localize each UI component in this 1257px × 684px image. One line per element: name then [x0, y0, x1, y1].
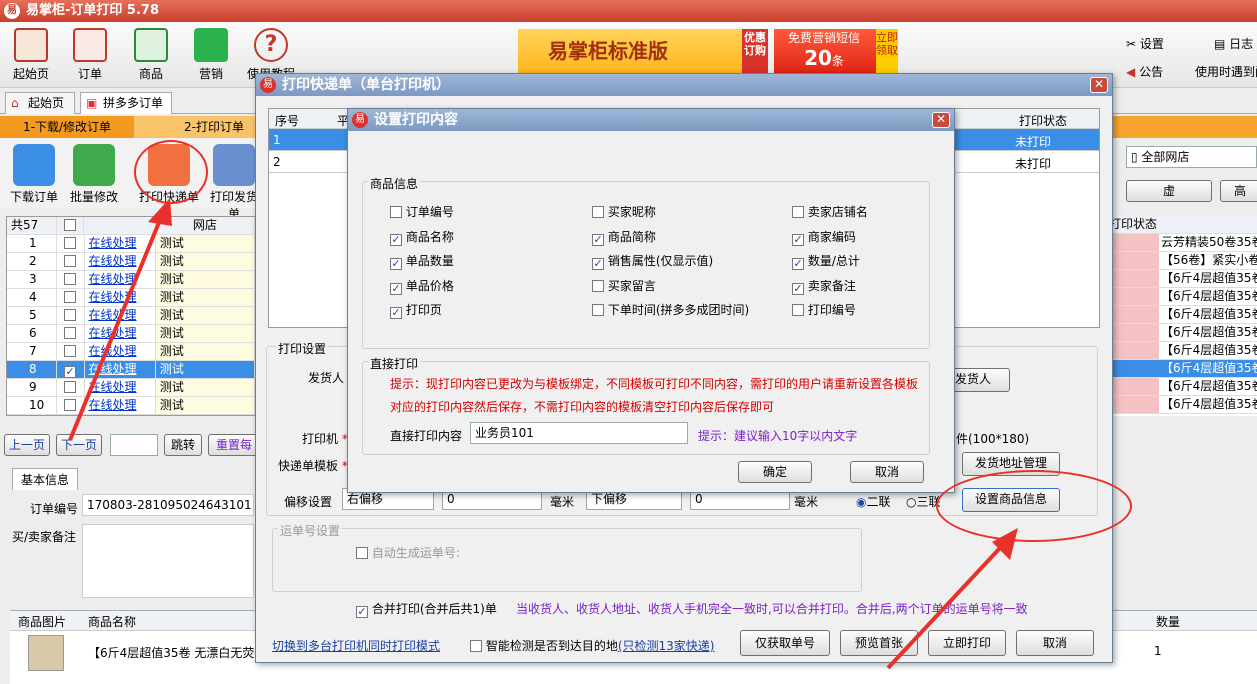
- annotation-arrows: [68, 198, 1018, 670]
- arrow-to-goods-button: [886, 546, 1002, 670]
- arrow-to-print-button: [68, 219, 162, 441]
- arrow-head-print: [148, 198, 172, 226]
